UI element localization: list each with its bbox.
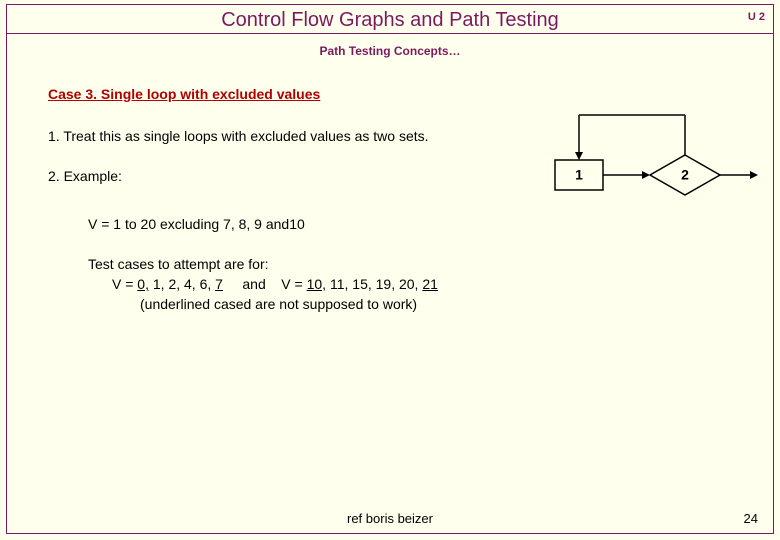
v7: 7 <box>215 276 223 292</box>
node-2-label: 2 <box>681 167 689 183</box>
footer-reference: ref boris beizer <box>0 511 780 526</box>
v-mid2: 11, 15, 19, 20, <box>326 276 422 292</box>
tests-values: V = 0, 1, 2, 4, 6, 7 and V = 10, 11, 15,… <box>112 276 438 292</box>
arrowhead-1-to-2 <box>642 171 650 179</box>
tests-note: (underlined cased are not supposed to wo… <box>140 296 417 312</box>
page-number: 24 <box>744 511 758 526</box>
arrowhead-back <box>575 152 583 160</box>
v21: 21 <box>422 276 438 292</box>
title-bar: Control Flow Graphs and Path Testing U 2 <box>6 4 774 34</box>
v10: 10, <box>307 276 326 292</box>
subtitle: Path Testing Concepts… <box>0 44 780 58</box>
case-heading: Case 3. Single loop with excluded values <box>48 86 320 102</box>
body-item-2: 2. Example: <box>48 168 122 184</box>
unit-label: U 2 <box>748 11 765 23</box>
v0: 0, <box>137 276 149 292</box>
example-range: V = 1 to 20 excluding 7, 8, 9 and10 <box>88 216 305 232</box>
tests-intro: Test cases to attempt are for: <box>88 256 269 272</box>
slide-title: Control Flow Graphs and Path Testing <box>221 9 559 31</box>
v-prefix: V = <box>112 276 137 292</box>
body-item-1: 1. Treat this as single loops with exclu… <box>48 128 429 144</box>
node-1-label: 1 <box>575 167 583 183</box>
loop-diagram: 1 2 <box>555 105 755 225</box>
and-label: and V = <box>223 276 307 292</box>
v-mid1: 1, 2, 4, 6, <box>149 276 215 292</box>
